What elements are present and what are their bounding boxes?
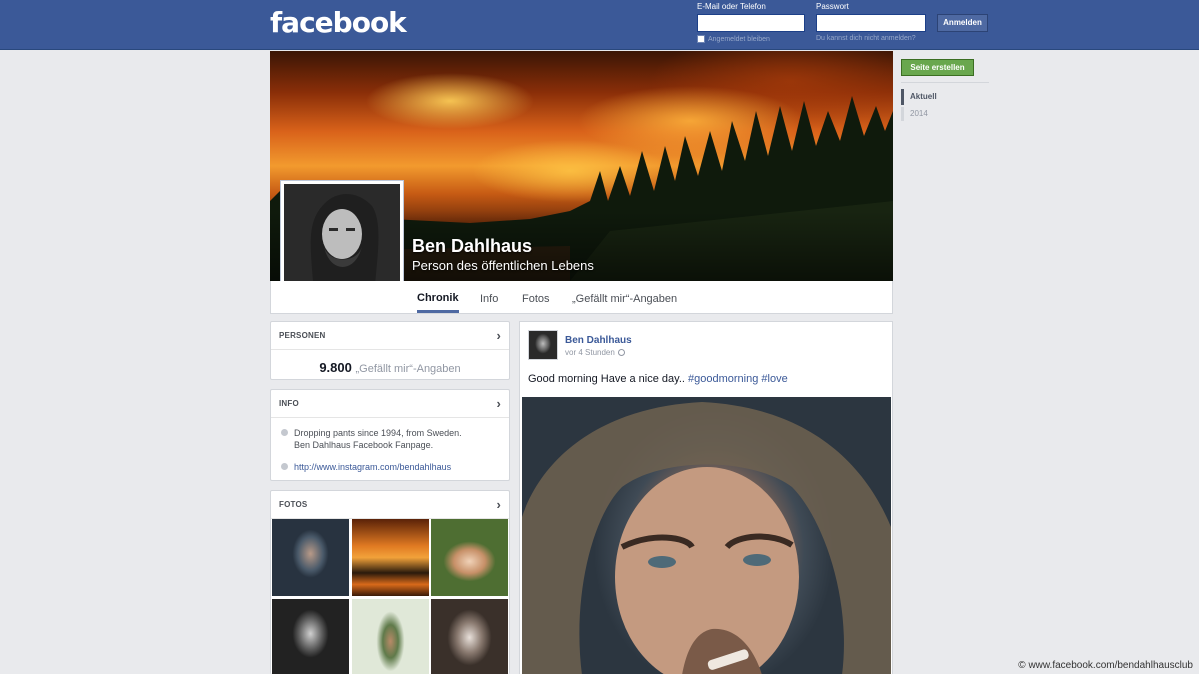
facebook-logo[interactable]: facebook	[270, 6, 407, 39]
top-bar: facebook E-Mail oder Telefon Passwort An…	[0, 0, 1199, 50]
right-divider	[901, 82, 989, 83]
likes-count: 9.800	[319, 360, 352, 375]
photos-box-title: FOTOS	[279, 500, 308, 509]
profile-tabs: Chronik Info Fotos „Gefällt mir“-Angaben	[270, 281, 893, 314]
create-page-button[interactable]: Seite erstellen	[901, 59, 974, 76]
people-box-header[interactable]: PERSONEN ›	[271, 322, 509, 350]
info-line-2: Ben Dahlhaus Facebook Fanpage.	[294, 440, 434, 450]
globe-icon	[617, 349, 625, 356]
email-label: E-Mail oder Telefon	[697, 2, 766, 11]
post-text: Good morning Have a nice day.. #goodmorn…	[528, 373, 788, 385]
likes-label[interactable]: „Gefällt mir“-Angaben	[356, 363, 461, 375]
email-input[interactable]	[697, 14, 805, 32]
chevron-right-icon[interactable]: ›	[496, 491, 501, 519]
photos-box-header[interactable]: FOTOS ›	[271, 491, 509, 519]
people-box: PERSONEN › 9.800 „Gefällt mir“-Angaben	[270, 321, 510, 380]
likes-count-row: 9.800 „Gefällt mir“-Angaben	[271, 350, 509, 375]
instagram-link[interactable]: http://www.instagram.com/bendahlhaus	[294, 461, 451, 473]
timeline-year-2014[interactable]: 2014	[901, 107, 928, 121]
info-box-header[interactable]: INFO ›	[271, 390, 509, 418]
forgot-login-link[interactable]: Du kannst dich nicht anmelden?	[816, 35, 916, 42]
profile-category: Person des öffentlichen Lebens	[412, 258, 594, 273]
tab-chronik[interactable]: Chronik	[417, 281, 459, 313]
info-website: http://www.instagram.com/bendahlhaus	[281, 461, 451, 473]
photo-thumbnail[interactable]	[272, 519, 349, 596]
photo-thumbnail[interactable]	[352, 519, 429, 596]
photo-thumbnail[interactable]	[352, 599, 429, 674]
login-button[interactable]: Anmelden	[937, 14, 988, 32]
password-input[interactable]	[816, 14, 926, 32]
info-description: Dropping pants since 1994, from Sweden. …	[281, 427, 462, 451]
tab-fotos[interactable]: Fotos	[522, 281, 550, 313]
remember-label: Angemeldet bleiben	[708, 35, 770, 43]
photo-thumbnail[interactable]	[431, 599, 508, 674]
remember-checkbox[interactable]	[697, 35, 705, 43]
timeline-current[interactable]: Aktuell	[901, 89, 937, 105]
hashtag-goodmorning[interactable]: #goodmorning	[688, 373, 758, 385]
remember-me[interactable]: Angemeldet bleiben	[697, 35, 770, 43]
tab-info[interactable]: Info	[480, 281, 498, 313]
hashtag-love[interactable]: #love	[761, 373, 787, 385]
info-line-1: Dropping pants since 1994, from Sweden.	[294, 428, 462, 438]
post-author[interactable]: Ben Dahlhaus	[565, 335, 632, 346]
globe-icon	[281, 463, 288, 470]
password-label: Passwort	[816, 2, 849, 11]
timeline-post: Ben Dahlhaus vor 4 Stunden Good morning …	[519, 321, 893, 674]
info-icon	[281, 429, 288, 436]
photo-thumbnail[interactable]	[431, 519, 508, 596]
chevron-right-icon[interactable]: ›	[496, 322, 501, 350]
photo-grid	[272, 519, 509, 674]
info-box-title: INFO	[279, 399, 299, 408]
post-photo[interactable]	[522, 397, 891, 674]
chevron-right-icon[interactable]: ›	[496, 390, 501, 418]
image-credit: © www.facebook.com/bendahlhausclub	[1018, 660, 1193, 671]
people-box-title: PERSONEN	[279, 331, 326, 340]
photo-thumbnail[interactable]	[272, 599, 349, 674]
profile-name[interactable]: Ben Dahlhaus	[412, 236, 532, 257]
tab-likes[interactable]: „Gefällt mir“-Angaben	[572, 281, 677, 313]
post-message: Good morning Have a nice day..	[528, 373, 685, 385]
post-time[interactable]: vor 4 Stunden	[565, 348, 615, 357]
info-box: INFO › Dropping pants since 1994, from S…	[270, 389, 510, 481]
avatar[interactable]	[528, 330, 558, 360]
post-timestamp: vor 4 Stunden	[565, 348, 625, 357]
